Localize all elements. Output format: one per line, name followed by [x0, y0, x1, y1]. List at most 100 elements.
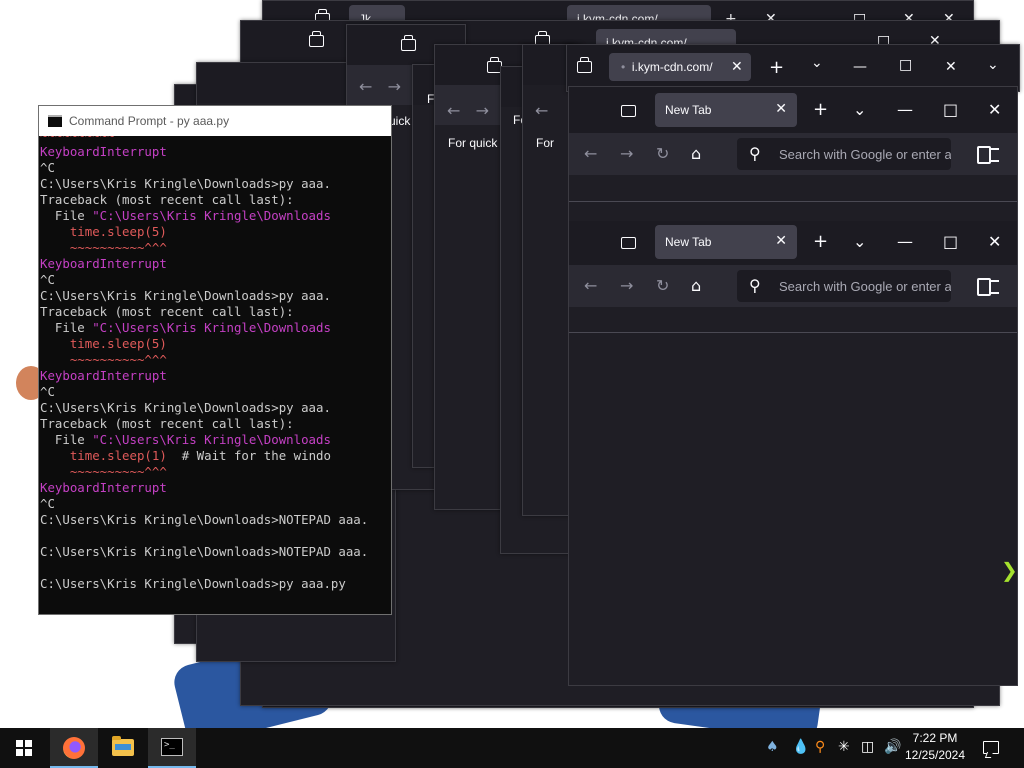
- command-prompt-window[interactable]: Command Prompt - py aaa.py ~~~~~~~~~~^^^…: [38, 105, 392, 615]
- cmd-line: "C:\Users\Kris Kringle\Downloads: [92, 208, 331, 223]
- search-placeholder: Search with Google or enter address: [779, 147, 951, 162]
- tab-overview-icon[interactable]: [401, 35, 416, 51]
- minimize-icon[interactable]: —: [897, 234, 913, 250]
- tab-new-tab[interactable]: New Tab ✕: [655, 225, 797, 259]
- asterisk-icon[interactable]: ✳: [838, 738, 850, 756]
- search-icon: ⚲: [749, 144, 761, 163]
- reload-icon[interactable]: ↻: [656, 278, 669, 294]
- back-icon[interactable]: ←: [584, 146, 597, 162]
- list-tabs-icon[interactable]: ⌄: [811, 55, 823, 71]
- tab-overview-icon[interactable]: [621, 237, 636, 249]
- cmd-line: C:\Users\Kris Kringle\Downloads>py aaa.: [40, 400, 331, 415]
- cmd-title-text: Command Prompt - py aaa.py: [69, 114, 230, 128]
- minimize-icon[interactable]: —: [897, 102, 913, 118]
- cmd-line: ^C: [40, 384, 55, 399]
- chevron-down-icon[interactable]: ⌄: [987, 57, 999, 73]
- close-icon[interactable]: ✕: [988, 234, 1001, 250]
- start-button[interactable]: [0, 728, 48, 768]
- back-icon[interactable]: ←: [584, 278, 597, 294]
- cmd-line: KeyboardInterrupt: [40, 144, 167, 159]
- tab-label: New Tab: [665, 103, 712, 117]
- new-tab-icon[interactable]: +: [769, 57, 784, 78]
- maximize-icon[interactable]: □: [943, 102, 958, 118]
- taskbar-command-prompt[interactable]: >_: [148, 728, 196, 768]
- cmd-titlebar[interactable]: Command Prompt - py aaa.py: [39, 106, 391, 136]
- cmd-output[interactable]: ~~~~~~~~~~^^^ KeyboardInterrupt ^C C:\Us…: [39, 136, 391, 614]
- minimize-icon[interactable]: —: [853, 59, 867, 75]
- cmd-line: ~~~~~~~~~~^^^: [40, 352, 167, 367]
- tab-kym-label: i.kym-cdn.com/: [631, 60, 713, 74]
- cmd-line: Traceback (most recent call last):: [40, 192, 294, 207]
- cmd-line: KeyboardInterrupt: [40, 368, 167, 383]
- extensions-icon[interactable]: [977, 276, 999, 296]
- top-browser-window: • i.kym-cdn.com/ ✕ + ⌄ — □ ✕ ⌄: [566, 44, 1020, 92]
- maximize-icon[interactable]: □: [899, 57, 912, 73]
- close-icon[interactable]: ✕: [988, 102, 1001, 118]
- cmd-line: C:\Users\Kris Kringle\Downloads>py aaa.: [40, 288, 331, 303]
- taskbar-clock[interactable]: 7:22 PM 12/25/2024: [900, 730, 970, 764]
- tab-close-icon[interactable]: ✕: [775, 101, 787, 117]
- volume-icon[interactable]: 🔊: [884, 738, 901, 756]
- cmd-line: ~~~~~~~~~~^^^: [40, 464, 167, 479]
- search-placeholder: Search with Google or enter address: [779, 279, 951, 294]
- cmd-line: C:\Users\Kris Kringle\Downloads>py aaa.: [40, 176, 331, 191]
- back-icon[interactable]: ←: [535, 101, 548, 120]
- search-input[interactable]: ⚲ Search with Google or enter address: [737, 270, 951, 302]
- notification-icon[interactable]: [983, 741, 999, 754]
- tab-new-tab[interactable]: New Tab ✕: [655, 93, 797, 127]
- search-icon: ⚲: [749, 276, 761, 295]
- tab-close-icon[interactable]: ✕: [731, 59, 743, 75]
- file-explorer-icon: [112, 736, 134, 756]
- home-icon[interactable]: ⌂: [691, 278, 701, 294]
- tab-kym[interactable]: • i.kym-cdn.com/: [609, 53, 751, 81]
- cmd-line: KeyboardInterrupt: [40, 480, 167, 495]
- cmd-line: ^C: [40, 272, 55, 287]
- cmd-line: C:\Users\Kris Kringle\Downloads>NOTEPAD …: [40, 512, 369, 527]
- quick-access-label: For quick a: [448, 136, 508, 150]
- nav-arrows[interactable]: ← →: [359, 77, 401, 96]
- cursor-icon: ❯: [1001, 558, 1018, 582]
- firefox-icon: [63, 737, 85, 759]
- network-icon[interactable]: ◫: [861, 738, 874, 756]
- people-icon[interactable]: ♠: [766, 738, 779, 756]
- tab-overview-icon[interactable]: [309, 31, 324, 47]
- tab-overview-icon[interactable]: [621, 105, 636, 117]
- cmd-line: Traceback (most recent call last):: [40, 304, 294, 319]
- cmd-line: "C:\Users\Kris Kringle\Downloads: [92, 432, 331, 447]
- tab-overview-icon[interactable]: [577, 57, 592, 73]
- close-icon[interactable]: ✕: [945, 59, 957, 75]
- cmd-line: ^C: [40, 496, 55, 511]
- cmd-line: # Wait for the windo: [166, 448, 331, 463]
- tab-label: New Tab: [665, 235, 712, 249]
- search-tray-icon[interactable]: ⚲: [815, 738, 825, 756]
- cmd-line: "C:\Users\Kris Kringle\Downloads: [92, 320, 331, 335]
- cmd-line: ^C: [40, 160, 55, 175]
- extensions-icon[interactable]: [977, 144, 999, 164]
- home-icon[interactable]: ⌂: [691, 146, 701, 162]
- maximize-icon[interactable]: □: [943, 234, 958, 250]
- reload-icon[interactable]: ↻: [656, 146, 669, 162]
- quick-access-label: For: [536, 136, 554, 150]
- new-tab-icon[interactable]: +: [813, 233, 828, 251]
- toolbar-divider: [569, 201, 1017, 202]
- new-tab-icon[interactable]: +: [813, 101, 828, 119]
- cmd-line: KeyboardInterrupt: [40, 256, 167, 271]
- forward-icon[interactable]: →: [620, 146, 633, 162]
- list-tabs-icon[interactable]: ⌄: [853, 234, 866, 250]
- list-tabs-icon[interactable]: ⌄: [853, 102, 866, 118]
- forward-icon[interactable]: →: [620, 278, 633, 294]
- cmd-line: C:\Users\Kris Kringle\Downloads>NOTEPAD …: [40, 544, 369, 559]
- search-input[interactable]: ⚲ Search with Google or enter address: [737, 138, 951, 170]
- clock-time: 7:22 PM: [912, 731, 958, 745]
- tab-close-icon[interactable]: ✕: [775, 233, 787, 249]
- cmd-line: Traceback (most recent call last):: [40, 416, 294, 431]
- nav-arrows[interactable]: ← →: [447, 101, 489, 120]
- clock-date: 12/25/2024: [904, 748, 966, 762]
- drop-icon[interactable]: 💧: [792, 738, 809, 756]
- cmd-line: time.sleep(1): [40, 448, 167, 463]
- front-browser-window: New Tab ✕ + ⌄ — □ ✕ ← → ↻ ⌂ ⚲ Search wit…: [568, 86, 1018, 686]
- taskbar-file-explorer[interactable]: [99, 728, 147, 768]
- cmd-line: C:\Users\Kris Kringle\Downloads>py aaa.p…: [40, 576, 346, 591]
- taskbar-firefox[interactable]: [50, 728, 98, 768]
- cmd-line: time.sleep(5): [40, 336, 167, 351]
